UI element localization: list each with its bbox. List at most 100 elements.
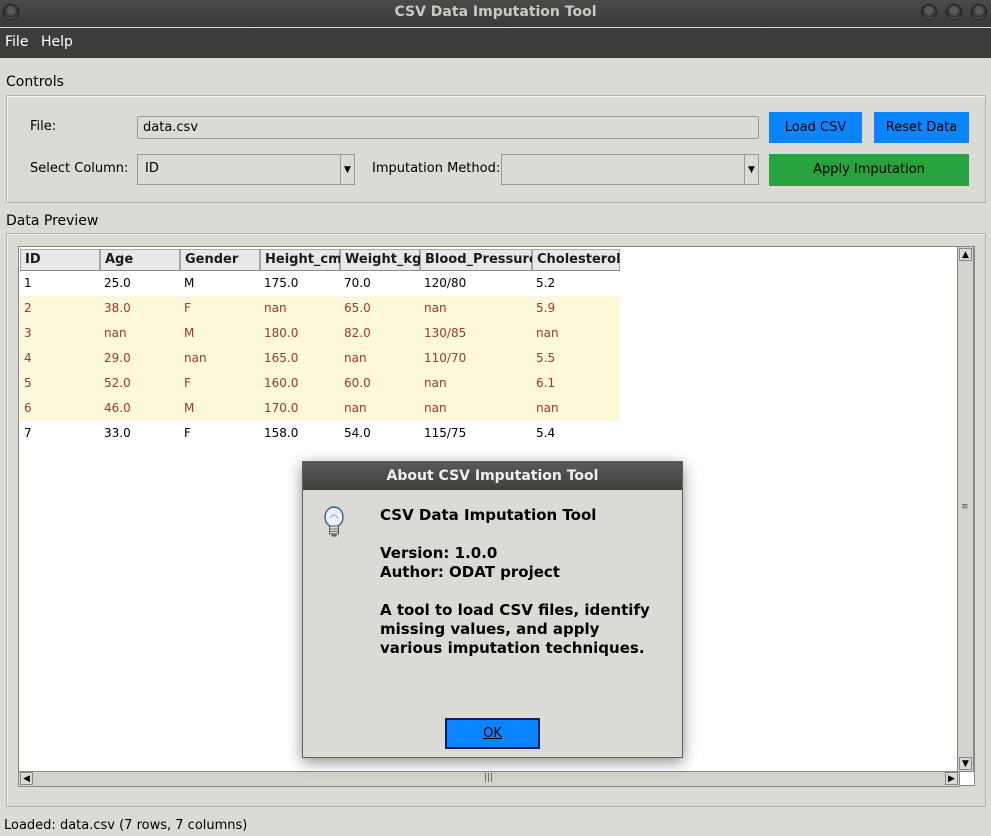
close-button[interactable] xyxy=(971,4,987,20)
about-version: Version: 1.0.0 xyxy=(380,544,498,562)
table-cell: F xyxy=(184,376,191,390)
table-cell: F xyxy=(184,301,191,315)
window-menu-button[interactable] xyxy=(3,4,19,20)
column-header[interactable]: Cholesterol xyxy=(532,249,621,271)
maximize-button[interactable] xyxy=(946,4,962,20)
file-label: File: xyxy=(30,119,57,134)
table-cell: 110/70 xyxy=(424,351,467,365)
table-cell: 120/80 xyxy=(424,276,467,290)
vertical-scrollbar[interactable]: ▲ ≡ ▼ xyxy=(957,246,974,772)
table-cell: 7 xyxy=(24,426,32,440)
table-cell: nan xyxy=(424,301,447,315)
about-description: A tool to load CSV files, identify missi… xyxy=(380,601,650,657)
scroll-left-icon[interactable]: ◀ xyxy=(20,772,33,785)
scroll-grip-icon[interactable]: ≡ xyxy=(961,503,969,512)
table-cell: 70.0 xyxy=(344,276,371,290)
scroll-right-icon[interactable]: ▶ xyxy=(945,772,958,785)
table-cell: 82.0 xyxy=(344,326,371,340)
about-heading: CSV Data Imputation Tool xyxy=(380,506,597,524)
table-cell: M xyxy=(184,401,195,415)
table-cell: 65.0 xyxy=(344,301,371,315)
table-cell: nan xyxy=(344,351,367,365)
table-cell: nan xyxy=(184,351,207,365)
imputation-method-dropdown[interactable]: ▼ xyxy=(501,154,759,185)
table-cell: 6 xyxy=(24,401,32,415)
table-cell: 180.0 xyxy=(264,326,299,340)
table-cell: 158.0 xyxy=(264,426,299,440)
menu-help[interactable]: Help xyxy=(41,28,73,57)
select-column-label: Select Column: xyxy=(30,161,129,176)
table-cell: 38.0 xyxy=(104,301,131,315)
table-cell: nan xyxy=(424,376,447,390)
reset-data-button[interactable]: Reset Data xyxy=(874,112,969,143)
menu-bar: File Help xyxy=(0,28,991,58)
table-cell: 60.0 xyxy=(344,376,371,390)
table-cell: 3 xyxy=(24,326,32,340)
table-cell: nan xyxy=(344,401,367,415)
table-row[interactable]: 1 25.0 M 175.0 70.0 120/80 5.2 xyxy=(20,271,620,296)
table-row[interactable]: 3 nan M 180.0 82.0 130/85 nan xyxy=(20,321,620,346)
scroll-up-icon[interactable]: ▲ xyxy=(959,248,972,261)
file-path-field[interactable]: data.csv xyxy=(137,116,759,139)
table-cell: 5.5 xyxy=(536,351,556,365)
table-cell: nan xyxy=(424,401,447,415)
column-header[interactable]: Age xyxy=(100,249,180,271)
table-cell: F xyxy=(184,426,191,440)
table-row[interactable]: 6 46.0 M 170.0 nan nan nan xyxy=(20,396,620,421)
table-cell: 54.0 xyxy=(344,426,371,440)
about-dialog-title: About CSV Imputation Tool xyxy=(303,462,682,490)
table-cell: M xyxy=(184,326,195,340)
table-row[interactable]: 2 38.0 Fnan 65.0 nan 5.9 xyxy=(20,296,620,321)
lightbulb-icon xyxy=(324,506,344,537)
column-header[interactable]: ID xyxy=(20,249,100,271)
about-dialog: About CSV Imputation Tool CSV Data Imput… xyxy=(302,461,683,758)
ok-button[interactable]: OK xyxy=(445,718,540,749)
table-cell: 52.0 xyxy=(104,376,131,390)
table-cell: 4 xyxy=(24,351,32,365)
table-cell: 175.0 xyxy=(264,276,299,290)
table-cell: 2 xyxy=(24,301,32,315)
table-cell: 5.2 xyxy=(536,276,556,290)
table-cell: nan xyxy=(536,401,559,415)
table-row[interactable]: 4 29.0 nan 165.0 nan 110/70 5.5 xyxy=(20,346,620,371)
table-cell: nan xyxy=(104,326,127,340)
select-column-dropdown[interactable]: ID ▼ xyxy=(137,154,355,185)
table-cell: M xyxy=(184,276,195,290)
table-cell: 160.0 xyxy=(264,376,299,390)
scroll-grip-icon[interactable]: ||| xyxy=(484,774,493,783)
status-bar-text: Loaded: data.csv (7 rows, 7 columns) xyxy=(4,818,248,833)
table-cell: 25.0 xyxy=(104,276,131,290)
column-header[interactable]: Weight_kg xyxy=(340,249,421,271)
table-cell: 6.1 xyxy=(536,376,556,390)
chevron-down-icon[interactable]: ▼ xyxy=(340,155,354,184)
table-row[interactable]: 7 33.0 F 158.0 54.0 115/75 5.4 xyxy=(20,421,620,446)
table-cell: nan xyxy=(536,326,559,340)
table-cell: 29.0 xyxy=(104,351,131,365)
menu-file[interactable]: File xyxy=(5,28,28,57)
controls-section-label: Controls xyxy=(6,74,64,90)
table-cell: 165.0 xyxy=(264,351,299,365)
table-cell: 5 xyxy=(24,376,32,390)
table-cell: nan xyxy=(264,301,287,315)
table-cell: 170.0 xyxy=(264,401,299,415)
load-csv-button[interactable]: Load CSV xyxy=(769,112,862,143)
chevron-down-icon[interactable]: ▼ xyxy=(744,155,758,184)
horizontal-scrollbar[interactable]: ◀ ||| ▶ xyxy=(18,771,960,787)
table-cell: 115/75 xyxy=(424,426,467,440)
minimize-button[interactable] xyxy=(921,4,937,20)
column-header[interactable]: Gender xyxy=(180,249,260,271)
table-cell: 46.0 xyxy=(104,401,131,415)
column-header[interactable]: Height_cm xyxy=(260,249,342,271)
table-row[interactable]: 5 52.0 F 160.0 60.0 nan 6.1 xyxy=(20,371,620,396)
column-header[interactable]: Blood_Pressure xyxy=(420,249,538,271)
table-cell: 5.9 xyxy=(536,301,556,315)
window-title: CSV Data Imputation Tool xyxy=(394,4,597,20)
imputation-method-label: Imputation Method: xyxy=(372,161,501,176)
data-preview-section-label: Data Preview xyxy=(6,213,99,229)
scroll-down-icon[interactable]: ▼ xyxy=(959,757,972,770)
apply-imputation-button[interactable]: Apply Imputation xyxy=(769,154,969,186)
table-cell: 1 xyxy=(24,276,32,290)
about-author: Author: ODAT project xyxy=(380,563,560,581)
select-column-value: ID xyxy=(145,161,159,176)
table-cell: 33.0 xyxy=(104,426,131,440)
